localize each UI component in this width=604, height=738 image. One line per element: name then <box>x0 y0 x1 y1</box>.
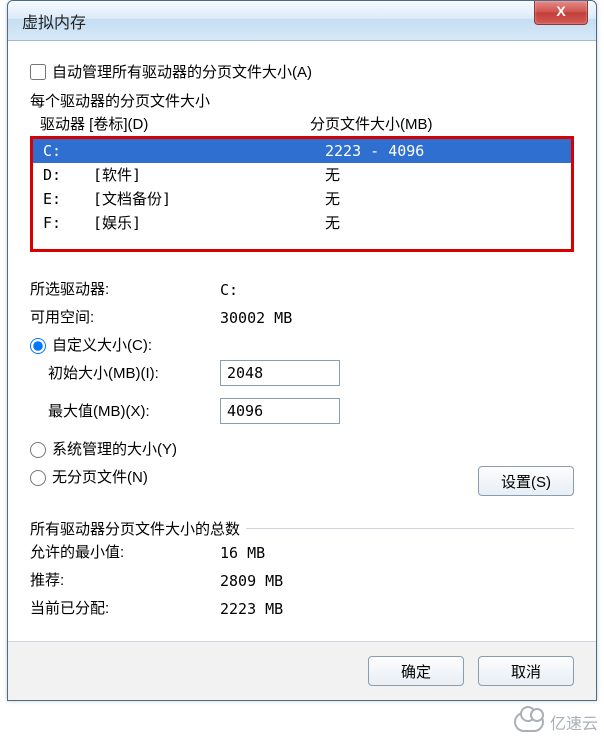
drive-pagefile-size: 无 <box>315 164 561 186</box>
no-pagefile-label: 无分页文件(N) <box>52 464 148 492</box>
custom-size-inputs: 初始大小(MB)(I): 最大值(MB)(X): <box>48 360 574 426</box>
drive-pagefile-size: 无 <box>315 212 561 234</box>
auto-manage-checkbox[interactable] <box>30 64 46 80</box>
totals-header: 所有驱动器分页文件大小的总数 <box>30 518 246 539</box>
watermark-text: 亿速云 <box>550 710 598 734</box>
max-size-label: 最大值(MB)(X): <box>48 398 220 426</box>
selected-drive-value: C: <box>220 276 574 304</box>
min-allowed-value: 16 MB <box>220 539 574 567</box>
cloud-icon <box>514 712 544 732</box>
auto-manage-checkbox-row[interactable]: 自动管理所有驱动器的分页文件大小(A) <box>30 61 574 82</box>
drive-volume-label: [软件] <box>93 164 315 186</box>
no-pagefile-radio[interactable] <box>30 470 46 486</box>
min-allowed-label: 允许的最小值: <box>30 539 220 567</box>
close-button[interactable]: X <box>534 1 588 25</box>
system-managed-radio[interactable] <box>30 442 46 458</box>
ok-button[interactable]: 确定 <box>368 656 464 686</box>
dialog-content: 自动管理所有驱动器的分页文件大小(A) 每个驱动器的分页文件大小 驱动器 [卷标… <box>8 41 596 641</box>
set-button[interactable]: 设置(S) <box>478 466 574 496</box>
drive-letter: E: <box>43 188 93 210</box>
col-header-size: 分页文件大小(MB) <box>310 113 574 134</box>
watermark: 亿速云 <box>514 710 598 734</box>
recommended-label: 推荐: <box>30 567 220 595</box>
currently-allocated-label: 当前已分配: <box>30 595 220 623</box>
selected-drive-info: 所选驱动器: C: 可用空间: 30002 MB <box>30 276 574 332</box>
titlebar[interactable]: 虚拟内存 X <box>8 1 596 41</box>
max-size-input[interactable] <box>220 398 340 424</box>
dialog-footer: 确定 取消 <box>8 641 596 700</box>
col-header-drive: 驱动器 [卷标](D) <box>30 113 310 134</box>
currently-allocated-value: 2223 MB <box>220 595 574 623</box>
drive-row-d[interactable]: D: [软件] 无 <box>33 163 571 187</box>
drive-pagefile-size: 2223 - 4096 <box>315 140 561 162</box>
drive-volume-label <box>93 140 315 162</box>
initial-size-label: 初始大小(MB)(I): <box>48 360 220 388</box>
system-managed-label: 系统管理的大小(Y) <box>52 436 177 464</box>
drive-volume-label: [娱乐] <box>93 212 315 234</box>
drive-letter: D: <box>43 164 93 186</box>
drive-section-header: 每个驱动器的分页文件大小 <box>30 90 574 111</box>
drive-row-f[interactable]: F: [娱乐] 无 <box>33 211 571 235</box>
drive-volume-label: [文档备份] <box>93 188 315 210</box>
initial-size-input[interactable] <box>220 360 340 386</box>
drive-row-e[interactable]: E: [文档备份] 无 <box>33 187 571 211</box>
custom-size-label: 自定义大小(C): <box>52 332 152 360</box>
auto-manage-label: 自动管理所有驱动器的分页文件大小(A) <box>52 61 312 82</box>
selected-drive-label: 所选驱动器: <box>30 276 220 304</box>
drive-letter: C: <box>43 140 93 162</box>
drive-column-headers: 驱动器 [卷标](D) 分页文件大小(MB) <box>30 113 574 134</box>
drive-row-c[interactable]: C: 2223 - 4096 <box>33 139 571 163</box>
window-title: 虚拟内存 <box>22 9 86 33</box>
system-managed-radio-row[interactable]: 系统管理的大小(Y) <box>30 436 574 464</box>
free-space-value: 30002 MB <box>220 304 574 332</box>
custom-size-radio[interactable] <box>30 338 46 354</box>
cancel-button[interactable]: 取消 <box>478 656 574 686</box>
drive-letter: F: <box>43 212 93 234</box>
custom-size-radio-row[interactable]: 自定义大小(C): <box>30 332 574 360</box>
recommended-value: 2809 MB <box>220 567 574 595</box>
drive-pagefile-size: 无 <box>315 188 561 210</box>
totals-group: 所有驱动器分页文件大小的总数 允许的最小值: 16 MB 推荐: 2809 MB… <box>30 518 574 623</box>
drive-list[interactable]: C: 2223 - 4096 D: [软件] 无 E: [文档备份] 无 F: … <box>30 136 574 252</box>
close-icon: X <box>556 3 565 19</box>
virtual-memory-dialog: 虚拟内存 X 自动管理所有驱动器的分页文件大小(A) 每个驱动器的分页文件大小 … <box>7 0 597 701</box>
free-space-label: 可用空间: <box>30 304 220 332</box>
